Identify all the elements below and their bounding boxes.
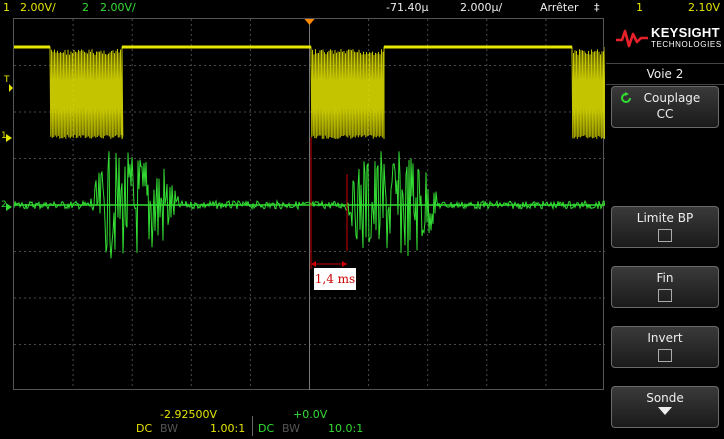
- status-bar: 1 2.00V/ 2 2.00V/ -71.40µ 2.000µ/ Arrête…: [0, 0, 724, 17]
- ch2-ground-arrow-icon: [6, 203, 12, 211]
- waveform-canvas: [14, 19, 605, 391]
- measurement-label: 1,4 ms: [314, 268, 356, 290]
- rotate-knob-icon: [621, 92, 631, 103]
- channel-info-bar: -2.92500V +0.0V DC BW 1.00:1 DC BW 10.0:…: [0, 390, 606, 439]
- annotation-arrow-left-icon: [311, 261, 316, 267]
- trigger-source[interactable]: 1: [636, 1, 643, 14]
- bw-limit-label: Limite BP: [636, 211, 694, 225]
- ch1-ground-marker: 1: [1, 131, 7, 141]
- run-state[interactable]: Arrêter: [540, 1, 579, 14]
- invert-checkbox[interactable]: [658, 349, 672, 362]
- trigger-level-marker: T: [3, 75, 10, 85]
- ch1-ground-arrow-icon: [6, 134, 12, 142]
- time-delay[interactable]: -71.40µ: [386, 1, 428, 14]
- ch2-bw: BW: [282, 422, 301, 435]
- ch1-number[interactable]: 1: [3, 1, 10, 14]
- ch2-ground-marker: 2: [1, 200, 7, 210]
- channel-divider: [252, 416, 253, 436]
- waveform-display[interactable]: [13, 18, 605, 391]
- ch2-coupling: DC: [258, 422, 275, 435]
- coupling-value: CC: [656, 107, 674, 121]
- probe-label: Sonde: [646, 391, 684, 405]
- brand-logo: KEYSIGHT TECHNOLOGIES: [606, 18, 724, 58]
- time-scale[interactable]: 2.000µ/: [460, 1, 502, 14]
- ch1-coupling: DC: [136, 422, 153, 435]
- invert-label: Invert: [647, 331, 683, 345]
- down-arrow-icon: [658, 407, 672, 415]
- brand-name: KEYSIGHT: [651, 25, 720, 40]
- fine-label: Fin: [656, 271, 674, 285]
- ch1-probe: 1.00:1: [210, 422, 246, 435]
- ch1-offset[interactable]: -2.92500V: [160, 408, 217, 421]
- fine-checkbox[interactable]: [658, 289, 672, 302]
- brand-subtitle: TECHNOLOGIES: [651, 40, 722, 49]
- channel-markers: T 1 2: [1, 75, 13, 211]
- ch1-bw: BW: [160, 422, 179, 435]
- coupling-softkey[interactable]: Couplage CC: [611, 86, 719, 128]
- bw-limit-softkey[interactable]: Limite BP: [611, 206, 719, 248]
- trigger-level[interactable]: 2.10V: [688, 1, 720, 14]
- ch1-scale[interactable]: 2.00V/: [20, 1, 56, 14]
- panel-title: Voie 2: [606, 63, 724, 85]
- ch2-number[interactable]: 2: [82, 1, 89, 14]
- ch2-offset[interactable]: +0.0V: [293, 408, 327, 421]
- softkey-panel: KEYSIGHT TECHNOLOGIES Voie 2 Couplage CC…: [606, 18, 724, 439]
- ch2-probe: 10.0:1: [328, 422, 364, 435]
- trigger-icon: ‡: [594, 1, 600, 14]
- trigger-arrow-icon: [9, 84, 13, 92]
- fine-softkey[interactable]: Fin: [611, 266, 719, 308]
- probe-softkey[interactable]: Sonde: [611, 386, 719, 428]
- invert-softkey[interactable]: Invert: [611, 326, 719, 368]
- bw-limit-checkbox[interactable]: [658, 229, 672, 242]
- trigger-position-icon: [304, 19, 315, 25]
- keysight-wave-icon: [616, 29, 648, 48]
- annotation-arrow-right-icon: [342, 261, 347, 267]
- ch2-scale[interactable]: 2.00V/: [100, 1, 136, 14]
